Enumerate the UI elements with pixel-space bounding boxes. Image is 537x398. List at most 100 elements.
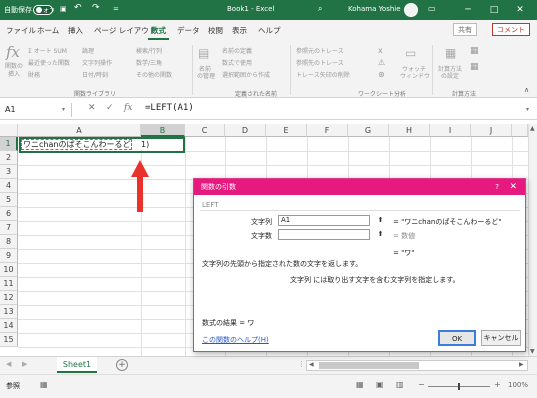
calculation-options-icon[interactable]: ▦ xyxy=(445,46,456,60)
avatar[interactable] xyxy=(404,3,418,17)
row-header[interactable]: 5 xyxy=(0,193,18,207)
row-header[interactable]: 7 xyxy=(0,221,18,235)
row-header[interactable]: 10 xyxy=(0,263,18,277)
column-header[interactable]: C xyxy=(185,124,225,137)
use-in-formula-button[interactable]: 数式で使用 xyxy=(222,58,252,67)
tab-file[interactable]: ファイル xyxy=(6,25,36,36)
sheet-tab[interactable]: Sheet1 xyxy=(57,357,97,373)
column-header[interactable]: A xyxy=(18,124,141,137)
row-header[interactable]: 9 xyxy=(0,249,18,263)
column-header[interactable]: J xyxy=(471,124,512,137)
arg1-collapse-icon[interactable]: ⬆ xyxy=(375,215,386,226)
share-button[interactable]: 共有 xyxy=(453,23,477,36)
column-header[interactable]: H xyxy=(389,124,430,137)
text-functions-button[interactable]: 文字列操作 xyxy=(82,58,112,67)
scroll-sheets-left-icon[interactable]: ◀ xyxy=(6,360,11,368)
more-functions-button[interactable]: その他の関数 xyxy=(136,70,172,79)
save-icon[interactable]: ▣ xyxy=(60,5,67,13)
calc-now-icon[interactable]: ▦ xyxy=(470,46,479,56)
cancel-button[interactable]: キャンセル xyxy=(481,330,521,346)
row-header[interactable]: 15 xyxy=(0,333,18,347)
column-header[interactable]: D xyxy=(225,124,266,137)
tab-help[interactable]: ヘルプ xyxy=(258,25,281,36)
column-header[interactable]: G xyxy=(348,124,389,137)
calculation-options-label-2[interactable]: の設定 xyxy=(441,71,459,80)
function-help-link[interactable]: この関数のヘルプ(H) xyxy=(202,335,269,345)
column-header[interactable]: B xyxy=(141,124,185,137)
recent-functions-button[interactable]: 最近使った関数 xyxy=(28,58,70,67)
search-icon[interactable]: ⌕ xyxy=(318,4,322,14)
scroll-down-icon[interactable]: ▼ xyxy=(530,348,535,355)
watch-window-icon[interactable]: ▭ xyxy=(405,46,416,60)
arg2-collapse-icon[interactable]: ⬆ xyxy=(375,229,386,240)
maximize-button[interactable]: □ xyxy=(484,3,504,17)
financial-button[interactable]: 財務 xyxy=(28,70,40,79)
zoom-in-icon[interactable]: + xyxy=(494,380,501,389)
add-sheet-button[interactable]: + xyxy=(116,359,128,371)
name-box-dropdown-icon[interactable]: ▾ xyxy=(62,106,65,113)
select-all-corner[interactable] xyxy=(0,124,18,137)
tab-view[interactable]: 表示 xyxy=(232,25,247,36)
row-header[interactable]: 14 xyxy=(0,319,18,333)
math-button[interactable]: 数学/三角 xyxy=(136,58,162,67)
ok-button[interactable]: OK xyxy=(438,330,476,346)
page-break-view-icon[interactable]: ▥ xyxy=(396,380,404,389)
formula-input[interactable]: =LEFT(A1) xyxy=(145,103,194,113)
define-name-button[interactable]: 名前の定義 xyxy=(222,46,252,55)
redo-icon[interactable]: ↷ xyxy=(92,3,100,13)
row-header[interactable]: 3 xyxy=(0,165,18,179)
tab-review[interactable]: 校閲 xyxy=(208,25,223,36)
scroll-up-icon[interactable]: ▲ xyxy=(530,125,535,132)
insert-function-label-2[interactable]: 挿入 xyxy=(8,69,20,78)
user-name[interactable]: Kohama Yoshie xyxy=(348,5,401,13)
horizontal-scrollbar[interactable]: ◀ ▶ xyxy=(306,360,528,371)
column-header[interactable]: F xyxy=(307,124,348,137)
expand-formula-bar-icon[interactable]: ▾ xyxy=(526,106,529,113)
row-header[interactable]: 4 xyxy=(0,179,18,193)
row-header[interactable]: 8 xyxy=(0,235,18,249)
customize-qat-icon[interactable]: = xyxy=(113,5,119,13)
scroll-thumb[interactable] xyxy=(319,362,419,369)
zoom-out-icon[interactable]: − xyxy=(418,380,425,389)
name-manager-label-2[interactable]: の管理 xyxy=(197,71,215,80)
row-header[interactable]: 1 xyxy=(0,137,18,151)
evaluate-formula-icon[interactable]: ⊛ xyxy=(378,70,385,79)
undo-icon[interactable]: ↶ xyxy=(74,3,82,13)
zoom-level[interactable]: 100% xyxy=(508,381,528,389)
show-formulas-icon[interactable]: ⅹ xyxy=(378,46,383,55)
remove-arrows-button[interactable]: トレース矢印の削除 xyxy=(296,70,350,79)
error-check-icon[interactable]: ⚠ xyxy=(378,58,385,67)
column-header-partial[interactable] xyxy=(512,124,528,137)
create-from-selection-button[interactable]: 選択範囲から作成 xyxy=(222,70,270,79)
tab-home[interactable]: ホーム xyxy=(37,25,59,36)
autosave-toggle[interactable]: オフ xyxy=(33,5,55,15)
page-layout-view-icon[interactable]: ▣ xyxy=(376,380,384,389)
dialog-close-button[interactable]: ✕ xyxy=(509,179,517,195)
accessibility-icon[interactable]: ▦ xyxy=(40,380,48,389)
row-header[interactable]: 13 xyxy=(0,305,18,319)
row-header[interactable]: 2 xyxy=(0,151,18,165)
datetime-button[interactable]: 日付/時刻 xyxy=(82,70,108,79)
insert-function-icon[interactable]: fx xyxy=(6,43,20,61)
tab-formulas[interactable]: 数式 xyxy=(148,25,169,40)
tab-data[interactable]: データ xyxy=(177,25,200,36)
scroll-left-icon[interactable]: ◀ xyxy=(309,361,314,368)
dialog-help-button[interactable]: ? xyxy=(495,179,499,195)
zoom-slider-thumb[interactable] xyxy=(458,383,460,390)
row-header[interactable]: 6 xyxy=(0,207,18,221)
row-header[interactable]: 11 xyxy=(0,277,18,291)
arg2-input[interactable] xyxy=(278,229,370,240)
close-button[interactable]: ✕ xyxy=(510,3,530,17)
enter-formula-button[interactable]: ✓ xyxy=(106,103,114,113)
calc-sheet-icon[interactable]: ▦ xyxy=(470,62,479,72)
column-header[interactable]: E xyxy=(266,124,307,137)
sheet-options-icon[interactable]: ⋮ xyxy=(298,360,305,368)
autosum-button[interactable]: Σ オート SUM xyxy=(28,46,67,55)
cancel-formula-button[interactable]: ✕ xyxy=(88,103,96,113)
row-header[interactable]: 12 xyxy=(0,291,18,305)
insert-function-button[interactable]: fx xyxy=(124,103,132,113)
normal-view-icon[interactable]: ▦ xyxy=(356,380,364,389)
scroll-sheets-right-icon[interactable]: ▶ xyxy=(22,360,27,368)
ribbon-display-icon[interactable]: ▭ xyxy=(428,4,436,13)
lookup-button[interactable]: 検索/行列 xyxy=(136,46,162,55)
